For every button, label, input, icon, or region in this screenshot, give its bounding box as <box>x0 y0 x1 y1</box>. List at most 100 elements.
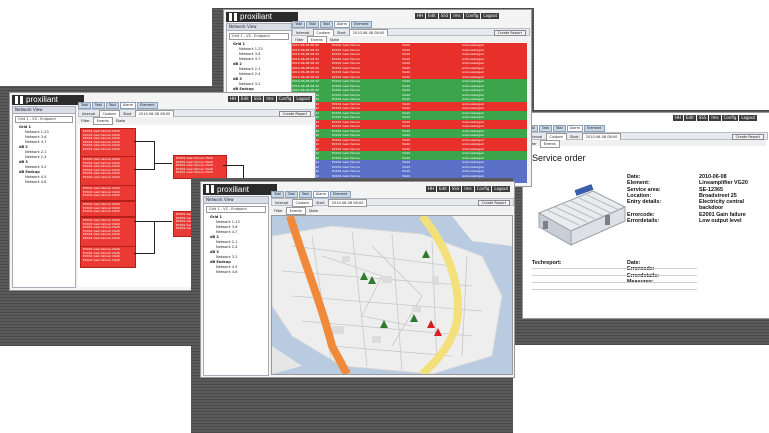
interval-select[interactable]: Custom <box>291 199 313 207</box>
brand-logo: proxiliant <box>12 95 84 105</box>
event-node-line: E2001 Gain failure VG20 <box>83 193 120 198</box>
menu-item[interactable]: Config <box>474 186 492 192</box>
network-map[interactable] <box>271 215 513 375</box>
menu-item[interactable]: Logout <box>492 186 511 192</box>
menu-item[interactable]: SSS <box>438 13 451 19</box>
field-value: 2010-06-08 <box>699 174 727 180</box>
network-view-header: Network View <box>13 107 75 114</box>
start-input[interactable]: 2010-06-08 08:00 <box>327 199 368 207</box>
menu-item[interactable]: Edit <box>437 186 449 192</box>
filter-select[interactable]: Events <box>92 117 113 125</box>
start-label: Start <box>316 201 325 205</box>
field-value: Lineamplifier VG20 <box>699 180 748 187</box>
event-node[interactable]: E2001 Gain failure VG20E2001 Gain failur… <box>80 217 136 247</box>
brand-name: proxiliant <box>217 185 250 194</box>
tab[interactable]: Tabl <box>105 102 119 109</box>
tree-node[interactable]: Network 4-6 <box>204 270 268 275</box>
event-node[interactable]: E2001 Gain failure VG20E2001 Gain failur… <box>80 128 136 158</box>
menu-item[interactable]: Config <box>721 115 739 121</box>
menu-item[interactable]: SSS <box>449 186 462 192</box>
menu-item[interactable]: Config <box>463 13 481 19</box>
menu-item[interactable]: Ims <box>462 186 474 192</box>
tree-node[interactable]: Network 4-6 <box>13 180 75 185</box>
menu-item[interactable]: Ims <box>264 96 276 102</box>
service-order-field: Errordetails: Low output level <box>627 218 748 224</box>
menu-item[interactable]: Ims <box>451 13 463 19</box>
tab[interactable]: Alarm <box>333 21 351 28</box>
tab[interactable]: Tabl <box>319 21 333 28</box>
grid-selector[interactable]: Grid 1 - VS - Endpoint <box>229 33 289 40</box>
tab[interactable]: Element <box>584 125 605 132</box>
tab[interactable]: Tabl <box>538 125 552 132</box>
techreport-divider <box>532 268 697 269</box>
menu-item[interactable]: HH <box>426 186 437 192</box>
menu-bar: HH Edit SSS Ims Config Logout <box>228 96 313 102</box>
state-label: State <box>329 38 340 42</box>
filter-label: Filter <box>274 209 283 213</box>
tab[interactable]: Tabl <box>78 102 91 109</box>
report-toolbar: Interval Custom Start 2010-06-08 08:00 C… <box>292 28 530 37</box>
menu-item[interactable]: Ims <box>709 115 721 121</box>
event-node[interactable]: E2001 Gain failure VG20E2001 Gain failur… <box>80 156 136 186</box>
flow-connector <box>154 221 172 222</box>
menu-item[interactable]: Logout <box>294 96 313 102</box>
brand-name: proxiliant <box>240 12 273 21</box>
grid-selector[interactable]: Grid 1 - VS - Endpoint <box>206 206 266 213</box>
tab[interactable]: Element <box>351 21 372 28</box>
brand-icon <box>15 96 23 104</box>
event-node[interactable]: E2001 Gain failure VG20E2001 Gain failur… <box>80 185 136 201</box>
tab[interactable]: Alarm <box>566 125 584 132</box>
filter-bar: Filter Events <box>525 140 766 148</box>
tab[interactable]: Alarm <box>312 191 330 198</box>
filter-label: Filter <box>81 119 90 123</box>
tab[interactable]: Tabl <box>298 191 312 198</box>
create-report-button[interactable]: Create Report <box>477 200 510 206</box>
report-toolbar: Interval Custom Start 2010-06-08 08:00 C… <box>525 132 768 141</box>
menu-item[interactable]: HH <box>415 13 426 19</box>
flow-connector <box>223 165 243 166</box>
tab-bar: TablTablTablAlarmElement <box>271 191 351 198</box>
menu-item[interactable]: Config <box>276 96 294 102</box>
tab[interactable]: Tabl <box>271 191 284 198</box>
event-node-line: E2001 Gain failure VG20 <box>83 174 120 179</box>
menu-item[interactable]: SSS <box>696 115 709 121</box>
menu-item[interactable]: Edit <box>426 13 438 19</box>
tab[interactable]: Tabl <box>292 21 305 28</box>
grid-selector[interactable]: Grid 1 - VS - Endpoint <box>15 116 73 123</box>
start-label: Start <box>570 135 579 139</box>
menu-item[interactable]: Edit <box>684 115 696 121</box>
field-label: Errordetails: <box>627 218 660 225</box>
menu-bar: HH Edit SSS Ims Config Logout <box>426 186 511 192</box>
event-node-line: E2001 Gain failure VG20 <box>83 257 120 262</box>
tab[interactable]: Tabl <box>552 125 566 132</box>
filter-select[interactable]: Events <box>539 140 560 148</box>
tab[interactable]: Element <box>137 102 158 109</box>
service-order-fields: Date: 2010-06-08 Element: Lineamplifier VG2… <box>627 174 748 224</box>
menu-item[interactable]: SSS <box>251 96 264 102</box>
tab[interactable]: Tabl <box>284 191 298 198</box>
tab[interactable]: Element <box>330 191 351 198</box>
field-value: Low output level <box>699 218 742 225</box>
network-view-header: Network View <box>204 197 268 204</box>
tab[interactable]: Alarm <box>119 102 137 109</box>
brand-logo: proxiliant <box>226 12 298 22</box>
event-node[interactable]: E2001 Gain failure VG20E2001 Gain failur… <box>173 155 227 179</box>
filter-select[interactable]: Events <box>285 207 306 215</box>
state-label: State <box>308 209 319 213</box>
event-node[interactable]: E2001 Gain failure VG20E2001 Gain failur… <box>80 246 136 268</box>
filter-bar: Filter Events State <box>78 117 313 125</box>
tab[interactable]: Tabl <box>91 102 105 109</box>
tab[interactable]: Tabl <box>305 21 319 28</box>
menu-item[interactable]: HH <box>673 115 684 121</box>
tab-bar: TablTablTablAlarmElement <box>292 21 372 28</box>
service-order-window: HHEditSSSImsConfigLogout TablTablTablAla… <box>522 112 769 319</box>
event-node[interactable]: E2001 Gain failure VG20E2001 Gain failur… <box>80 201 136 217</box>
menu-item[interactable]: Edit <box>239 96 251 102</box>
field-value: E2001 Gain failure <box>699 211 746 218</box>
menu-item[interactable]: Logout <box>739 115 758 121</box>
report-toolbar: Interval Custom Start 2010-06-08 08:00 C… <box>78 109 315 118</box>
menu-item[interactable]: Logout <box>481 13 500 19</box>
menu-item[interactable]: HH <box>228 96 239 102</box>
techreport-divider <box>532 282 697 283</box>
map-canvas[interactable] <box>272 216 512 374</box>
